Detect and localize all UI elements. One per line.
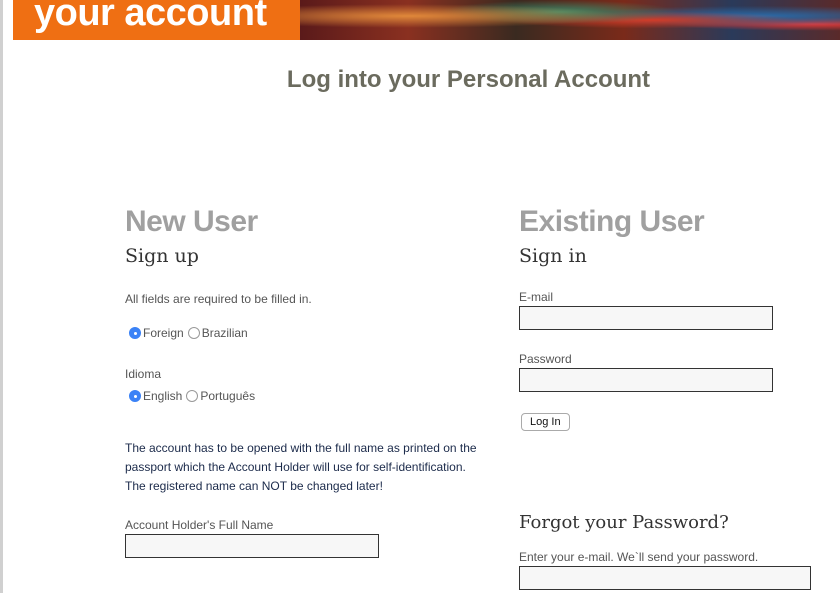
forgot-password-heading: Forgot your Password? bbox=[519, 512, 729, 533]
banner-photo bbox=[300, 0, 840, 40]
notice-line: The account has to be opened with the fu… bbox=[125, 441, 477, 455]
forgot-password-hint: Enter your e-mail. We`ll send your passw… bbox=[519, 550, 759, 564]
password-label: Password bbox=[519, 352, 572, 366]
language-radio-group: English Português bbox=[129, 389, 255, 403]
new-user-heading: New User bbox=[125, 205, 258, 238]
existing-user-section: Existing User Sign in E-mail Password Lo… bbox=[519, 204, 829, 590]
sign-up-heading: Sign up bbox=[125, 245, 199, 267]
radio-foreign-label[interactable]: Foreign bbox=[143, 326, 184, 340]
name-notice: The account has to be opened with the fu… bbox=[125, 439, 495, 496]
radio-portugues-label[interactable]: Português bbox=[200, 389, 255, 403]
radio-foreign[interactable] bbox=[129, 327, 141, 339]
residency-radio-group: Foreign Brazilian bbox=[129, 326, 248, 340]
password-input[interactable] bbox=[519, 368, 773, 392]
banner-orange-block: your account bbox=[13, 0, 300, 40]
sign-in-heading: Sign in bbox=[519, 245, 587, 267]
notice-line: The registered name can NOT be changed l… bbox=[125, 479, 383, 493]
page-title: Log into your Personal Account bbox=[286, 66, 651, 93]
header-banner: your account bbox=[13, 0, 840, 40]
radio-brazilian-label[interactable]: Brazilian bbox=[202, 326, 248, 340]
radio-brazilian[interactable] bbox=[187, 327, 200, 339]
required-note: All fields are required to be filled in. bbox=[125, 292, 312, 306]
radio-portugues[interactable] bbox=[186, 390, 199, 402]
language-label: Idioma bbox=[125, 367, 162, 381]
email-input[interactable] bbox=[519, 306, 773, 330]
forgot-email-input[interactable] bbox=[519, 566, 811, 590]
existing-user-heading: Existing User bbox=[519, 205, 705, 238]
new-user-section: New User Sign up All fields are required… bbox=[125, 204, 495, 558]
notice-line: passport which the Account Holder will u… bbox=[125, 460, 466, 474]
full-name-label: Account Holder's Full Name bbox=[125, 518, 274, 532]
email-label: E-mail bbox=[519, 290, 554, 304]
radio-english-label[interactable]: English bbox=[143, 389, 182, 403]
banner-title: your account bbox=[34, 0, 267, 34]
login-button[interactable]: Log In bbox=[521, 413, 570, 431]
full-name-input[interactable] bbox=[125, 534, 379, 558]
radio-english[interactable] bbox=[129, 390, 141, 402]
